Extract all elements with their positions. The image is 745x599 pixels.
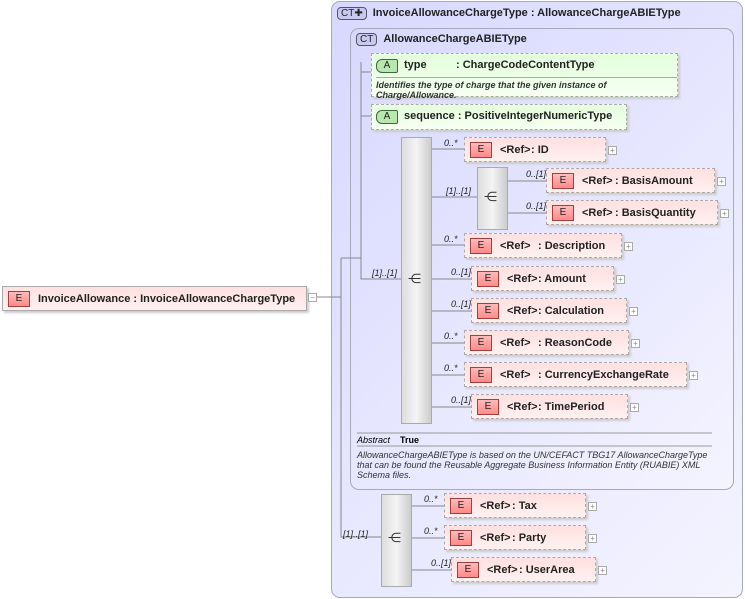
element-type: : BasisAmount xyxy=(615,174,693,187)
sequence-icon: ⋲ xyxy=(408,271,421,286)
cardinality: [1]..[1] xyxy=(343,529,369,539)
element-type: : UserArea xyxy=(519,563,575,576)
cardinality: 0..* xyxy=(444,138,458,148)
element-type: : ID xyxy=(531,143,549,156)
element-badge: E xyxy=(450,529,472,546)
attribute-name: type xyxy=(404,59,427,71)
cardinality: 0..* xyxy=(444,363,458,373)
element-badge: E xyxy=(552,204,574,221)
expand-toggle[interactable]: + xyxy=(717,177,726,186)
cardinality: 0..* xyxy=(444,234,458,244)
element-badge: E xyxy=(470,334,492,351)
expand-toggle[interactable]: + xyxy=(588,502,597,511)
element-ref[interactable]: E <Ref> : ReasonCode xyxy=(464,330,629,355)
attribute-badge: A xyxy=(376,110,398,124)
element-ref[interactable]: E <Ref>: Party xyxy=(444,525,586,550)
element-badge: E xyxy=(450,497,472,514)
ref-label: <Ref> xyxy=(500,336,531,349)
ref-label: <Ref> xyxy=(582,174,613,187)
attribute-type-name: : ChargeCodeContentType xyxy=(456,59,595,71)
sequence-icon: ⋲ xyxy=(484,189,497,204)
element-ref[interactable]: E <Ref>: BasisQuantity xyxy=(546,200,718,225)
element-ref[interactable]: E <Ref> : Description xyxy=(464,233,622,258)
element-badge: E xyxy=(477,302,499,319)
element-ref[interactable]: E <Ref>: Tax xyxy=(444,493,586,518)
ref-label: <Ref> xyxy=(500,239,531,252)
ref-label: <Ref> xyxy=(480,499,511,512)
element-badge: E xyxy=(477,398,499,415)
expand-toggle[interactable]: + xyxy=(630,403,639,412)
element-type: : ReasonCode xyxy=(538,336,612,349)
element-badge: E xyxy=(8,290,30,307)
expand-toggle[interactable]: + xyxy=(608,146,617,155)
expand-toggle[interactable]: + xyxy=(689,371,698,380)
element-ref[interactable]: E <Ref>: TimePeriod xyxy=(471,394,628,419)
element-type: : Party xyxy=(512,531,547,544)
expand-toggle[interactable]: + xyxy=(624,242,633,251)
attribute-type[interactable]: Atype : ChargeCodeContentType Identifies … xyxy=(371,53,678,100)
ref-label: <Ref> xyxy=(487,563,518,576)
cardinality: 0..[1] xyxy=(526,169,547,179)
abstract-label: Abstract xyxy=(357,435,391,445)
element-type: : TimePeriod xyxy=(538,400,605,413)
attribute-badge: A xyxy=(376,59,398,73)
ref-label: <Ref> xyxy=(507,272,538,285)
element-ref[interactable]: E <Ref>: Calculation xyxy=(471,298,627,323)
expand-toggle[interactable]: + xyxy=(720,209,729,218)
root-element[interactable]: E InvoiceAllowance : InvoiceAllowanceChar… xyxy=(2,286,307,311)
element-ref[interactable]: E <Ref>: BasisAmount xyxy=(546,168,715,193)
element-type: : BasisQuantity xyxy=(615,206,696,219)
abstract-row: Abstract True xyxy=(357,435,419,445)
element-badge: E xyxy=(552,172,574,189)
attribute-type-name: : PositiveIntegerNumericType xyxy=(457,110,613,122)
cardinality: 0..[1] xyxy=(526,201,547,211)
element-type: : Tax xyxy=(512,499,537,512)
cardinality: 0..* xyxy=(424,526,438,536)
element-badge: E xyxy=(470,366,492,383)
element-type: : CurrencyExchangeRate xyxy=(538,368,669,381)
expand-toggle[interactable]: + xyxy=(629,307,638,316)
element-type: : Calculation xyxy=(538,304,605,317)
ref-label: <Ref> xyxy=(507,304,538,317)
element-type: : Description xyxy=(538,239,606,252)
attribute-sequence[interactable]: Asequence : PositiveIntegerNumericType xyxy=(371,104,627,130)
attribute-doc: Identifies the type of charge that the g… xyxy=(376,77,677,100)
ref-label: <Ref> xyxy=(480,531,511,544)
element-ref[interactable]: E <Ref>: UserArea xyxy=(451,557,596,582)
element-badge: E xyxy=(477,270,499,287)
expand-toggle[interactable]: + xyxy=(631,339,640,348)
cardinality: 0..[1] xyxy=(431,558,452,568)
element-ref[interactable]: E <Ref>: Amount xyxy=(471,266,614,291)
element-badge: E xyxy=(457,561,479,578)
sequence-icon: ⋲ xyxy=(388,530,401,545)
ref-label: <Ref> xyxy=(500,368,531,381)
root-element-name: InvoiceAllowance xyxy=(38,292,131,305)
expand-toggle[interactable]: + xyxy=(588,534,597,543)
element-type: : Amount xyxy=(538,272,586,285)
cardinality: 0..[1] xyxy=(451,299,472,309)
root-element-type: : InvoiceAllowanceChargeType xyxy=(133,292,296,305)
ref-label: <Ref> xyxy=(582,206,613,219)
element-ref[interactable]: E <Ref> : CurrencyExchangeRate xyxy=(464,362,687,387)
cardinality: [1]..[1] xyxy=(446,186,472,196)
cardinality: 0..[1] xyxy=(451,267,472,277)
element-badge: E xyxy=(470,237,492,254)
expand-toggle[interactable]: + xyxy=(598,566,607,575)
ref-label: <Ref> xyxy=(500,143,531,156)
abstract-value: True xyxy=(400,435,420,445)
cardinality: 0..* xyxy=(444,331,458,341)
ref-label: <Ref> xyxy=(507,400,538,413)
cardinality: [1]..[1] xyxy=(372,268,398,278)
collapse-toggle[interactable]: − xyxy=(308,293,317,302)
element-badge: E xyxy=(470,141,492,158)
attribute-name: sequence xyxy=(404,110,455,122)
type-documentation: AllowanceChargeABIEType is based on the … xyxy=(357,450,708,480)
element-ref[interactable]: E <Ref>: ID xyxy=(464,137,606,162)
cardinality: 0..* xyxy=(424,494,438,504)
expand-toggle[interactable]: + xyxy=(616,275,625,284)
cardinality: 0..[1] xyxy=(451,395,472,405)
